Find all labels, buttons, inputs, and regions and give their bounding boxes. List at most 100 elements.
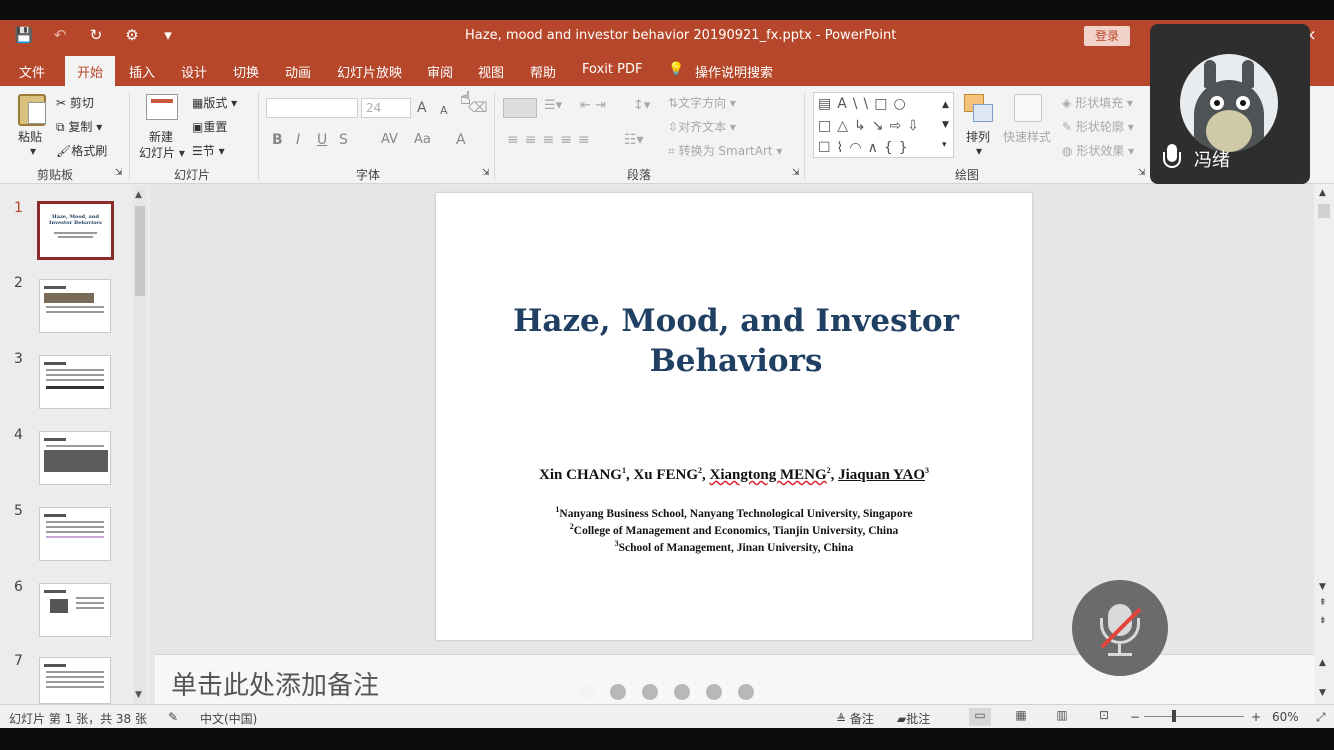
tab-slideshow[interactable]: 幻灯片放映	[337, 62, 402, 81]
paste-button[interactable]: 粘贴	[18, 128, 42, 145]
participant-video-tile[interactable]: 冯绪	[1150, 24, 1310, 184]
font-launcher-icon[interactable]: ⇲	[482, 168, 490, 178]
thumbnail-slide-2[interactable]	[39, 279, 111, 333]
font-name-combo[interactable]	[266, 98, 358, 118]
tab-foxit-pdf[interactable]: Foxit PDF	[582, 62, 642, 77]
shape-effects-button[interactable]: ◍ 形状效果 ▾	[1062, 142, 1134, 159]
tab-design[interactable]: 设计	[181, 62, 207, 81]
font-color-button[interactable]: A	[456, 132, 466, 148]
customize-icon[interactable]: ⚙	[122, 26, 142, 44]
thumbnail-slide-4[interactable]	[39, 431, 111, 485]
thumbnail-scrollbar[interactable]: ▲ ▼	[133, 186, 147, 706]
arrange-icon[interactable]	[964, 94, 993, 122]
gallery-more-icon[interactable]: ▾	[942, 140, 947, 150]
save-icon[interactable]: 💾	[14, 26, 34, 44]
language-indicator[interactable]: 中文(中国)	[200, 710, 257, 727]
indent-icon[interactable]: ⇤ ⇥	[580, 98, 606, 113]
slide-authors[interactable]: Xin CHANG1, Xu FENG2, Xiangtong MENG2, J…	[436, 466, 1032, 484]
clear-format-icon[interactable]: ⌫	[468, 100, 488, 116]
previous-slide-icon[interactable]: ⇞	[1319, 598, 1327, 608]
gallery-down-icon[interactable]: ▼	[942, 120, 949, 130]
reset-button[interactable]: ▣重置	[192, 118, 227, 135]
grow-font-icon[interactable]: A	[417, 100, 427, 116]
thumbnail-slide-5[interactable]	[39, 507, 111, 561]
layout-button[interactable]: ▦版式 ▾	[192, 94, 237, 111]
change-case-button[interactable]: Aa	[414, 132, 431, 147]
notes-placeholder[interactable]: 单击此处添加备注	[171, 665, 379, 702]
scroll-thumb[interactable]	[135, 206, 145, 296]
undo-icon[interactable]: ↶	[50, 26, 70, 44]
normal-view-button[interactable]: ▭	[969, 708, 991, 726]
new-slide-icon[interactable]	[146, 94, 178, 120]
alignment-icons[interactable]: ≡≡≡≡≡	[507, 132, 596, 148]
shadow-button[interactable]: S	[339, 132, 348, 148]
tab-file[interactable]: 文件	[19, 62, 45, 81]
reading-view-button[interactable]: ▥	[1051, 708, 1073, 726]
shrink-font-icon[interactable]: A	[440, 104, 448, 117]
tell-me-search[interactable]: 操作说明搜索	[695, 62, 773, 81]
paste-dropdown-icon[interactable]: ▾	[30, 144, 36, 158]
fit-slide-icon[interactable]: ⤢	[1316, 710, 1326, 725]
zoom-level[interactable]: 60%	[1272, 710, 1299, 724]
page-dot[interactable]	[610, 684, 626, 700]
page-dot[interactable]	[578, 684, 594, 700]
zoom-slider[interactable]	[1144, 716, 1244, 717]
editor-scrollbar[interactable]: ▲ ▼ ⇞ ⇟ ▲ ▼	[1314, 184, 1334, 704]
page-dot[interactable]	[738, 684, 754, 700]
paste-icon[interactable]	[18, 94, 46, 126]
shapes-gallery[interactable]: ▤A\\□○ □△↳↘⇨⇩ ☐⌇◠∧{}	[813, 92, 954, 158]
zoom-slider-thumb[interactable]	[1172, 710, 1176, 722]
tab-insert[interactable]: 插入	[129, 62, 155, 81]
char-spacing-button[interactable]: AV	[381, 132, 398, 147]
thumbnail-slide-6[interactable]	[39, 583, 111, 637]
arrange-button[interactable]: 排列	[966, 128, 990, 145]
gallery-up-icon[interactable]: ▲	[942, 100, 949, 110]
bullets-icon[interactable]	[503, 98, 537, 118]
thumbnail-slide-3[interactable]	[39, 355, 111, 409]
arrange-dropdown-icon[interactable]: ▾	[976, 144, 982, 158]
slide-sorter-button[interactable]: ▦	[1010, 708, 1032, 726]
align-text-button[interactable]: ⇳对齐文本 ▾	[668, 118, 736, 135]
notes-scroll-up-icon[interactable]: ▲	[1319, 658, 1326, 668]
numbering-icon[interactable]: ☰▾	[544, 98, 562, 113]
new-slide-label[interactable]: 幻灯片 ▾	[139, 144, 185, 161]
columns-icon[interactable]: ☷▾	[624, 132, 644, 148]
clipboard-launcher-icon[interactable]: ⇲	[115, 168, 123, 178]
comments-button[interactable]: ▰批注	[897, 710, 930, 727]
page-dot[interactable]	[674, 684, 690, 700]
slideshow-button[interactable]: ⊡	[1093, 708, 1115, 726]
tab-help[interactable]: 帮助	[530, 62, 556, 81]
qat-more-icon[interactable]: ▾	[158, 26, 178, 44]
tab-transitions[interactable]: 切换	[233, 62, 259, 81]
notes-button[interactable]: ≜ 备注	[836, 710, 874, 727]
page-dot[interactable]	[642, 684, 658, 700]
tab-home[interactable]: 开始	[65, 56, 116, 86]
font-size-combo[interactable]: 24	[361, 98, 411, 118]
shape-fill-button[interactable]: ◈ 形状填充 ▾	[1062, 94, 1133, 111]
shape-outline-button[interactable]: ✎ 形状轮廓 ▾	[1062, 118, 1134, 135]
thumbnail-slide-7[interactable]	[39, 657, 111, 704]
scroll-down-icon[interactable]: ▼	[1319, 582, 1326, 592]
zoom-out-button[interactable]: −	[1130, 710, 1140, 724]
thumbnail-slide-1[interactable]: Haze, Mood, and Investor Behaviors	[37, 201, 114, 260]
underline-button[interactable]: U	[317, 132, 327, 148]
section-button[interactable]: ☰节 ▾	[192, 142, 225, 159]
scroll-up-icon[interactable]: ▲	[1319, 188, 1326, 198]
current-slide[interactable]: Haze, Mood, and Investor Behaviors Xin C…	[436, 193, 1032, 640]
format-painter-button[interactable]: 🖌格式刷	[56, 142, 107, 159]
cut-button[interactable]: ✂ 剪切	[56, 94, 94, 111]
spellcheck-icon[interactable]: ✎	[168, 710, 178, 724]
redo-icon[interactable]: ↻	[86, 26, 106, 44]
login-button[interactable]: 登录	[1084, 26, 1130, 46]
tab-animations[interactable]: 动画	[285, 62, 311, 81]
smartart-button[interactable]: ⌗ 转换为 SmartArt ▾	[668, 142, 782, 159]
page-dot[interactable]	[706, 684, 722, 700]
new-slide-button[interactable]: 新建	[149, 128, 173, 145]
slide-title[interactable]: Haze, Mood, and Investor Behaviors	[476, 301, 996, 381]
drawing-launcher-icon[interactable]: ⇲	[1138, 168, 1146, 178]
bold-button[interactable]: B	[272, 132, 283, 148]
quick-styles-button[interactable]: 快速样式	[1003, 128, 1051, 145]
tab-view[interactable]: 视图	[478, 62, 504, 81]
notes-scroll-down-icon[interactable]: ▼	[1319, 688, 1326, 698]
paragraph-launcher-icon[interactable]: ⇲	[792, 168, 800, 178]
